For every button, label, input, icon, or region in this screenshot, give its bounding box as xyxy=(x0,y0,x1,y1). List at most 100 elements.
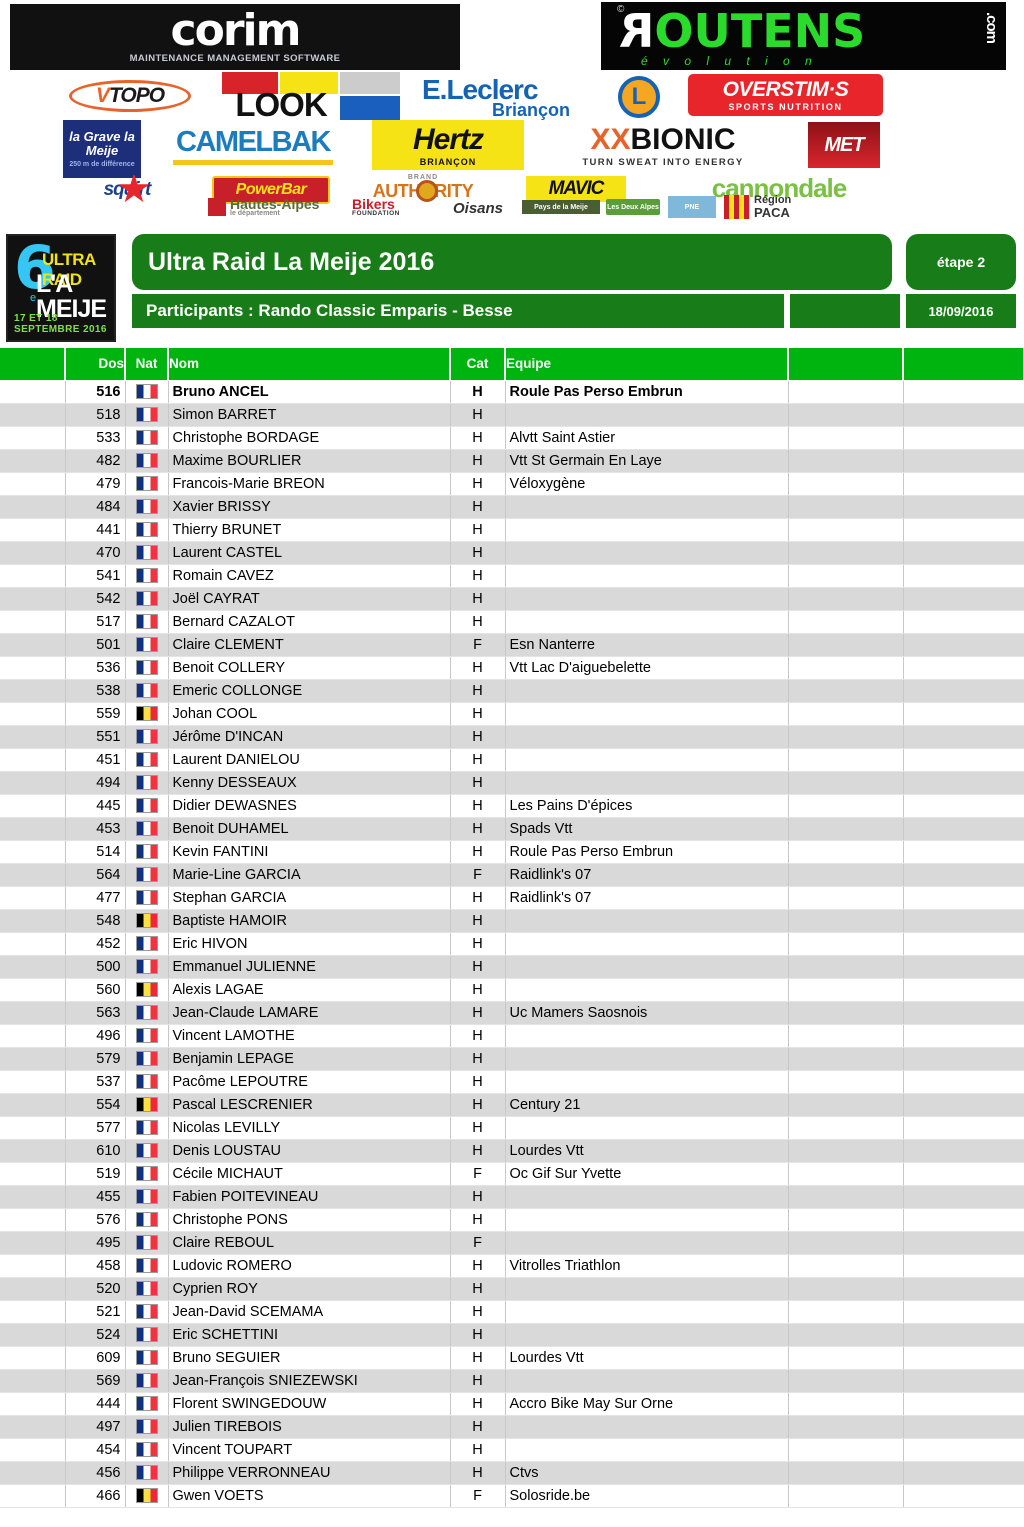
flag-fr-icon xyxy=(135,1051,158,1067)
table-row[interactable]: 521 Jean-David SCEMAMA H xyxy=(0,1300,1024,1324)
cell-blank xyxy=(0,1001,66,1025)
table-row[interactable]: 538 Emeric COLLONGE H xyxy=(0,679,1024,703)
cell-e2 xyxy=(903,518,1024,542)
cell-e1 xyxy=(788,1208,904,1232)
table-row[interactable]: 453 Benoit DUHAMEL H Spads Vtt xyxy=(0,817,1024,841)
cell-e2 xyxy=(903,633,1024,657)
table-row[interactable]: 494 Kenny DESSEAUX H xyxy=(0,771,1024,795)
table-row[interactable]: 533 Christophe BORDAGE H Alvtt Saint Astier xyxy=(0,426,1024,450)
table-row[interactable]: 548 Baptiste HAMOIR H xyxy=(0,909,1024,933)
table-row[interactable]: 441 Thierry BRUNET H xyxy=(0,518,1024,542)
cell-nom: Simon BARRET xyxy=(168,403,451,427)
table-row[interactable]: 458 Ludovic ROMERO H Vitrolles Triathlon xyxy=(0,1254,1024,1278)
table-row[interactable]: 554 Pascal LESCRENIER H Century 21 xyxy=(0,1093,1024,1117)
table-row[interactable]: 484 Xavier BRISSY H xyxy=(0,495,1024,519)
cell-nom: Stephan GARCIA xyxy=(168,886,451,910)
table-row[interactable]: 579 Benjamin LEPAGE H xyxy=(0,1047,1024,1071)
table-row[interactable]: 470 Laurent CASTEL H xyxy=(0,541,1024,565)
table-row[interactable]: 495 Claire REBOUL F xyxy=(0,1231,1024,1255)
table-row[interactable]: 445 Didier DEWASNES H Les Pains D'épices xyxy=(0,794,1024,818)
table-row[interactable]: 560 Alexis LAGAE H xyxy=(0,978,1024,1002)
table-row[interactable]: 536 Benoit COLLERY H Vtt Lac D'aiguebelette xyxy=(0,656,1024,680)
cell-nat xyxy=(125,403,169,427)
table-row[interactable]: 482 Maxime BOURLIER H Vtt St Germain En Lay… xyxy=(0,449,1024,473)
table-row[interactable]: 497 Julien TIREBOIS H xyxy=(0,1415,1024,1439)
column-header-extra1[interactable] xyxy=(788,348,904,381)
table-row[interactable]: 610 Denis LOUSTAU H Lourdes Vtt xyxy=(0,1139,1024,1163)
overstims-logo: OVERSTIM·S SPORTS NUTRITION xyxy=(688,74,883,116)
vtopo-name: TOPO xyxy=(108,84,165,107)
table-row[interactable]: 524 Eric SCHETTINI H xyxy=(0,1323,1024,1347)
table-row[interactable]: 609 Bruno SEGUIER H Lourdes Vtt xyxy=(0,1346,1024,1370)
cell-e1 xyxy=(788,1024,904,1048)
cell-nat xyxy=(125,541,169,565)
cell-cat: H xyxy=(450,702,506,726)
flag-fr-icon xyxy=(135,384,158,400)
table-row[interactable]: 569 Jean-François SNIEZEWSKI H xyxy=(0,1369,1024,1393)
table-row[interactable]: 496 Vincent LAMOTHE H xyxy=(0,1024,1024,1048)
table-row[interactable]: 563 Jean-Claude LAMARE H Uc Mamers Saosnois xyxy=(0,1001,1024,1025)
cell-e2 xyxy=(903,1047,1024,1071)
cell-dos: 563 xyxy=(65,1001,126,1025)
cell-nat xyxy=(125,1070,169,1094)
cell-blank xyxy=(0,840,66,864)
cell-dos: 560 xyxy=(65,978,126,1002)
table-row[interactable]: 501 Claire CLEMENT F Esn Nanterre xyxy=(0,633,1024,657)
table-row[interactable]: 551 Jérôme D'INCAN H xyxy=(0,725,1024,749)
cell-e2 xyxy=(903,1461,1024,1485)
table-row[interactable]: 500 Emmanuel JULIENNE H xyxy=(0,955,1024,979)
cell-cat: H xyxy=(450,1001,506,1025)
cell-blank xyxy=(0,1047,66,1071)
cell-cat: H xyxy=(450,564,506,588)
table-row[interactable]: 564 Marie-Line GARCIA F Raidlink's 07 xyxy=(0,863,1024,887)
column-header-cat[interactable]: Cat xyxy=(450,348,506,381)
cell-e2 xyxy=(903,863,1024,887)
cell-e2 xyxy=(903,1438,1024,1462)
table-row[interactable]: 452 Eric HIVON H xyxy=(0,932,1024,956)
cell-dos: 520 xyxy=(65,1277,126,1301)
column-header-dos[interactable]: Dos xyxy=(65,348,126,381)
cell-nom: Francois-Marie BREON xyxy=(168,472,451,496)
table-row[interactable]: 444 Florent SWINGEDOUW H Accro Bike May Sur… xyxy=(0,1392,1024,1416)
table-row[interactable]: 520 Cyprien ROY H xyxy=(0,1277,1024,1301)
look-blue-block xyxy=(340,96,400,120)
cell-e2 xyxy=(903,1208,1024,1232)
cell-blank xyxy=(0,978,66,1002)
table-row[interactable]: 477 Stephan GARCIA H Raidlink's 07 xyxy=(0,886,1024,910)
cell-equipe: Raidlink's 07 xyxy=(505,886,789,910)
table-row[interactable]: 519 Cécile MICHAUT F Oc Gif Sur Yvette xyxy=(0,1162,1024,1186)
table-row[interactable]: 577 Nicolas LEVILLY H xyxy=(0,1116,1024,1140)
table-row[interactable]: 454 Vincent TOUPART H xyxy=(0,1438,1024,1462)
cell-e2 xyxy=(903,817,1024,841)
column-header-extra2[interactable] xyxy=(903,348,1024,381)
camelbak-underline xyxy=(173,159,333,165)
table-row[interactable]: 541 Romain CAVEZ H xyxy=(0,564,1024,588)
table-row[interactable]: 559 Johan COOL H xyxy=(0,702,1024,726)
table-row[interactable]: 514 Kevin FANTINI H Roule Pas Perso Embrun xyxy=(0,840,1024,864)
column-header-nom[interactable]: Nom xyxy=(168,348,451,381)
table-row[interactable]: 537 Pacôme LEPOUTRE H xyxy=(0,1070,1024,1094)
cell-cat: H xyxy=(450,932,506,956)
table-row[interactable]: 466 Gwen VOETS F Solosride.be xyxy=(0,1484,1024,1508)
column-header-nat[interactable]: Nat xyxy=(125,348,169,381)
table-row[interactable]: 517 Bernard CAZALOT H xyxy=(0,610,1024,634)
table-row[interactable]: 455 Fabien POITEVINEAU H xyxy=(0,1185,1024,1209)
table-row[interactable]: 451 Laurent DANIELOU H xyxy=(0,748,1024,772)
table-row[interactable]: 516 Bruno ANCEL H Roule Pas Perso Embrun xyxy=(0,380,1024,404)
table-row[interactable]: 576 Christophe PONS H xyxy=(0,1208,1024,1232)
table-row[interactable]: 542 Joël CAYRAT H xyxy=(0,587,1024,611)
cell-nom: Bernard CAZALOT xyxy=(168,610,451,634)
flag-fr-icon xyxy=(135,683,158,699)
column-header-equipe[interactable]: Equipe xyxy=(505,348,789,381)
cell-e1 xyxy=(788,794,904,818)
cell-nat xyxy=(125,1185,169,1209)
table-row[interactable]: 518 Simon BARRET H xyxy=(0,403,1024,427)
table-row[interactable]: 479 Francois-Marie BREON H Véloxygène xyxy=(0,472,1024,496)
column-header-blank[interactable] xyxy=(0,348,66,381)
cell-nat xyxy=(125,702,169,726)
cell-e1 xyxy=(788,1162,904,1186)
deux-alpes-logo: Les Deux Alpes xyxy=(606,199,660,215)
table-row[interactable]: 456 Philippe VERRONNEAU H Ctvs xyxy=(0,1461,1024,1485)
hertz-city: BRIANÇON xyxy=(419,157,477,167)
cell-equipe: Solosride.be xyxy=(505,1484,789,1508)
